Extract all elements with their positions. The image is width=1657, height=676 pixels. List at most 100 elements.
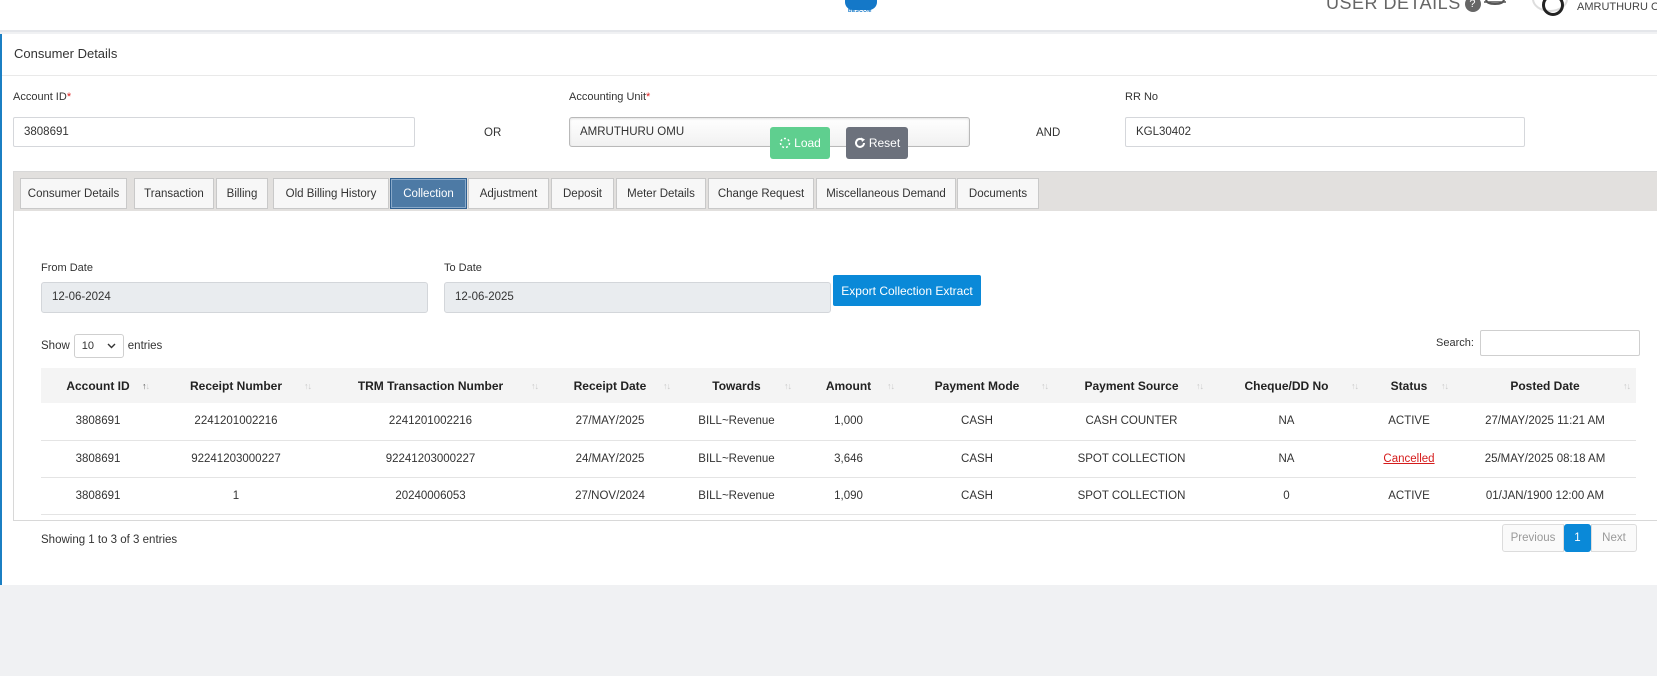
tab-adjustment[interactable]: Adjustment: [468, 178, 549, 209]
column-header-receipt-date[interactable]: Receipt Date ↑↓: [544, 368, 676, 403]
table-row: 3808691 1 20240006053 27/NOV/2024 BILL~R…: [41, 477, 1636, 515]
bell-icon[interactable]: [1484, 0, 1506, 8]
column-header-posted-date[interactable]: Posted Date ↑↓: [1454, 368, 1636, 403]
to-date-label: To Date: [444, 262, 482, 274]
logo-text: BESCOM: [848, 8, 872, 14]
tab-deposit[interactable]: Deposit: [551, 178, 614, 209]
cell-payment-mode: CASH: [900, 477, 1054, 515]
table-info-text: Showing 1 to 3 of 3 entries: [41, 534, 178, 546]
load-label: Load: [794, 136, 821, 150]
cell-towards: BILL~Revenue: [676, 403, 797, 441]
sort-icon: ↑↓: [531, 381, 539, 391]
pagination-previous-button[interactable]: Previous: [1502, 524, 1564, 552]
cell-account-id: 3808691: [41, 403, 155, 441]
tab-documents[interactable]: Documents: [957, 178, 1039, 209]
pagination-next-button[interactable]: Next: [1591, 524, 1637, 552]
tab-change-request[interactable]: Change Request: [708, 178, 814, 209]
user-avatar-icon[interactable]: [1532, 0, 1568, 16]
table-row: 3808691 2241201002216 2241201002216 27/M…: [41, 403, 1636, 441]
column-header-towards[interactable]: Towards ↑↓: [676, 368, 797, 403]
column-header-receipt-number[interactable]: Receipt Number ↑↓: [155, 368, 317, 403]
rr-no-input[interactable]: KGL30402: [1125, 117, 1525, 147]
cell-status: ACTIVE: [1364, 403, 1454, 441]
cell-trm-transaction-number: 92241203000227: [317, 440, 544, 478]
help-icon: ?: [1464, 0, 1481, 12]
cell-payment-source: SPOT COLLECTION: [1054, 440, 1209, 478]
spinner-icon: [779, 137, 791, 149]
load-button[interactable]: Load: [770, 127, 830, 159]
entries-length-control: Show 10 entries: [41, 334, 162, 358]
column-header-cheque-dd-no[interactable]: Cheque/DD No ↑↓: [1209, 368, 1364, 403]
cell-cheque-dd-no: NA: [1209, 403, 1364, 441]
cell-posted-date: 25/MAY/2025 08:18 AM: [1454, 440, 1636, 478]
chevron-down-icon: [107, 343, 116, 349]
from-date-input[interactable]: 12-06-2024: [41, 282, 428, 313]
sort-icon: ↑↓: [142, 381, 150, 391]
cell-receipt-date: 27/MAY/2025: [544, 403, 676, 441]
sort-icon: ↑↓: [1041, 381, 1049, 391]
account-id-input[interactable]: 3808691: [13, 117, 415, 147]
tab-meter-details[interactable]: Meter Details: [616, 178, 706, 209]
cell-payment-mode: CASH: [900, 403, 1054, 441]
pagination: Previous 1 Next: [1502, 524, 1637, 552]
cell-cheque-dd-no: NA: [1209, 440, 1364, 478]
cell-payment-source: SPOT COLLECTION: [1054, 477, 1209, 515]
column-header-payment-mode[interactable]: Payment Mode ↑↓: [900, 368, 1054, 403]
cancelled-status-link[interactable]: Cancelled: [1364, 440, 1454, 478]
tab-collection[interactable]: Collection: [390, 178, 467, 209]
tab-billing[interactable]: Billing: [216, 178, 268, 209]
bescom-logo[interactable]: BESCOM: [845, 0, 877, 14]
table-header-row: Account ID ↑↓ Receipt Number ↑↓ TRM Transa…: [41, 368, 1636, 403]
cell-payment-source: CASH COUNTER: [1054, 403, 1209, 441]
cell-account-id: 3808691: [41, 477, 155, 515]
cell-amount: 1,090: [797, 477, 900, 515]
cell-payment-mode: CASH: [900, 440, 1054, 478]
cell-posted-date: 27/MAY/2025 11:21 AM: [1454, 403, 1636, 441]
rr-no-label: RR No: [1125, 91, 1159, 103]
and-text: AND: [1036, 127, 1061, 139]
cell-receipt-date: 24/MAY/2025: [544, 440, 676, 478]
or-text: OR: [484, 127, 502, 139]
column-header-trm-transaction-number[interactable]: TRM Transaction Number ↑↓: [317, 368, 544, 403]
cell-receipt-number: 92241203000227: [155, 440, 317, 478]
username: AMRUTHURU O: [1577, 1, 1657, 13]
reset-button[interactable]: Reset: [846, 127, 908, 159]
tab-bar: Consumer Details Transaction Billing Old…: [14, 172, 1657, 211]
cell-trm-transaction-number: 20240006053: [317, 477, 544, 515]
user-details-menu[interactable]: USER DETAILS?: [1326, 0, 1481, 14]
entries-select[interactable]: 10: [73, 334, 124, 358]
collection-table: Account ID ↑↓ Receipt Number ↑↓ TRM Transa…: [41, 368, 1636, 515]
page-title: Consumer Details: [14, 46, 118, 61]
cell-status: ACTIVE: [1364, 477, 1454, 515]
cell-receipt-date: 27/NOV/2024: [544, 477, 676, 515]
column-header-account-id[interactable]: Account ID ↑↓: [41, 368, 155, 403]
tab-transaction[interactable]: Transaction: [134, 178, 214, 209]
cell-towards: BILL~Revenue: [676, 477, 797, 515]
to-date-input[interactable]: 12-06-2025: [444, 282, 831, 313]
sort-icon: ↑↓: [784, 381, 792, 391]
entries-label: entries: [127, 340, 163, 352]
column-header-payment-source[interactable]: Payment Source ↑↓: [1054, 368, 1209, 403]
tab-old-billing-history[interactable]: Old Billing History: [273, 178, 389, 209]
sort-icon: ↑↓: [887, 381, 895, 391]
column-header-amount[interactable]: Amount ↑↓: [797, 368, 900, 403]
sort-icon: ↑↓: [663, 381, 671, 391]
user-details-label: USER DETAILS: [1326, 0, 1461, 13]
tab-miscellaneous-demand[interactable]: Miscellaneous Demand: [816, 178, 956, 209]
pagination-page-1[interactable]: 1: [1564, 524, 1591, 552]
sort-icon: ↑↓: [1623, 381, 1631, 391]
accounting-unit-label: Accounting Unit*: [569, 91, 651, 103]
search-input[interactable]: [1479, 330, 1640, 356]
top-header: BESCOM USER DETAILS? AMRUTHURU O: [0, 0, 1657, 32]
sort-icon: ↑↓: [1351, 381, 1359, 391]
search-label: Search:: [1436, 337, 1474, 349]
cell-cheque-dd-no: 0: [1209, 477, 1364, 515]
export-collection-extract-button[interactable]: Export Collection Extract: [833, 275, 981, 306]
column-header-status[interactable]: Status ↑↓: [1364, 368, 1454, 403]
table-search: Search:: [1436, 330, 1640, 356]
sort-icon: ↑↓: [304, 381, 312, 391]
reset-label: Reset: [868, 136, 901, 150]
cell-account-id: 3808691: [41, 440, 155, 478]
refresh-icon: [854, 137, 865, 148]
tab-consumer-details[interactable]: Consumer Details: [20, 178, 127, 209]
